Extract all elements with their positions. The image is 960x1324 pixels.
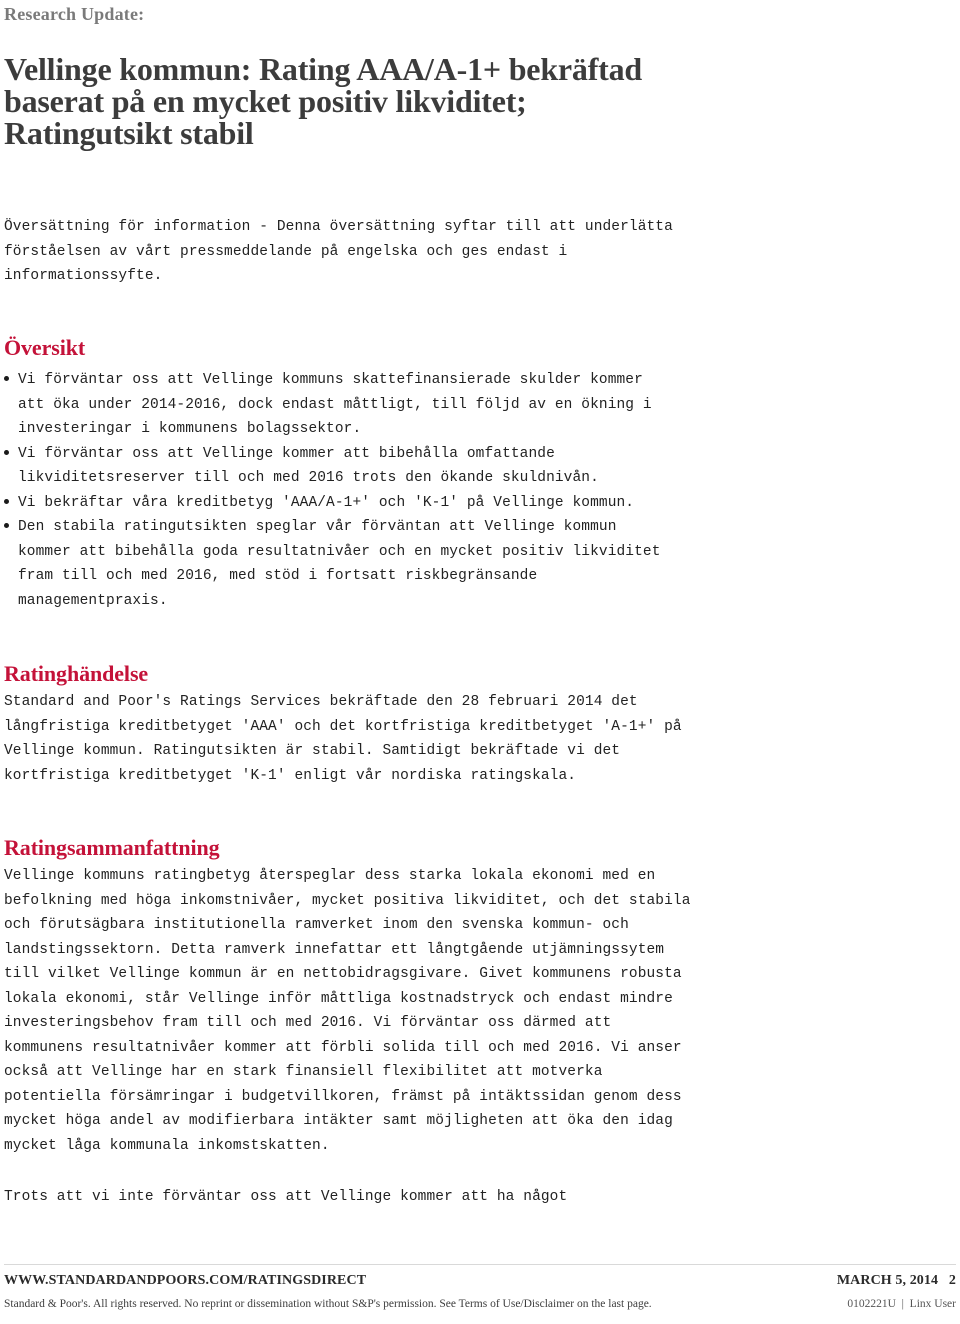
paragraph-line: mycket höga andel av modifierbara intäkt… bbox=[4, 1113, 673, 1129]
footer-doc-id: 0102221U | Linx User bbox=[847, 1298, 956, 1310]
title-line: Ratingutsikt stabil bbox=[4, 115, 254, 152]
paragraph-line: Vellinge kommun. Ratingutsikten är stabi… bbox=[4, 743, 621, 759]
bullet-line: managementpraxis. bbox=[18, 592, 168, 609]
section-heading-overview: Översikt bbox=[4, 335, 86, 361]
footer-sub-row: Standard & Poor's. All rights reserved. … bbox=[4, 1298, 956, 1310]
research-update-kicker: Research Update: bbox=[4, 4, 145, 24]
list-item: Vi förväntar oss att Vellinge kommuns sk… bbox=[0, 368, 900, 442]
paragraph-line: också att Vellinge har en stark finansie… bbox=[4, 1064, 603, 1080]
list-item: Vi förväntar oss att Vellinge kommer att… bbox=[0, 442, 900, 491]
bullet-line: Den stabila ratingutsikten speglar vår f… bbox=[18, 519, 617, 535]
bullet-line: att öka under 2014-2016, dock endast måt… bbox=[18, 396, 652, 413]
paragraph-line: lokala ekonomi, står Vellinge inför mått… bbox=[4, 990, 673, 1007]
translation-note-line: informationssyfte. bbox=[4, 268, 163, 284]
footer-copyright: Standard & Poor's. All rights reserved. … bbox=[4, 1298, 652, 1310]
list-item: Den stabila ratingutsikten speglar vår f… bbox=[0, 515, 900, 613]
paragraph-line: befolkning med höga inkomstnivåer, mycke… bbox=[4, 892, 691, 909]
title-line: baserat på en mycket positiv likviditet; bbox=[4, 83, 527, 120]
paragraph-line: kommunens resultatnivåer kommer att förb… bbox=[4, 1039, 682, 1056]
bullet-dot-icon bbox=[4, 449, 9, 455]
paragraph-line: och förutsägbara institutionella ramverk… bbox=[4, 917, 629, 933]
section-heading-rating-event: Ratinghändelse bbox=[4, 661, 149, 687]
footer-divider bbox=[4, 1264, 956, 1265]
paragraph-line: Standard and Poor's Ratings Services bek… bbox=[4, 694, 638, 710]
page-footer: WWW.STANDARDANDPOORS.COM/RATINGSDIRECT M… bbox=[0, 1264, 960, 1324]
overview-bullet-list: Vi förväntar oss att Vellinge kommuns sk… bbox=[0, 368, 900, 613]
paragraph-line: kortfristiga kreditbetyget 'K-1' enligt … bbox=[4, 767, 577, 784]
bullet-dot-icon bbox=[4, 498, 9, 504]
paragraph-line: Vellinge kommuns ratingbetyg återspeglar… bbox=[4, 868, 656, 884]
footer-site-link[interactable]: WWW.STANDARDANDPOORS.COM/RATINGSDIRECT bbox=[4, 1273, 366, 1289]
section-heading-rating-summary: Ratingsammanfattning bbox=[4, 835, 220, 861]
continuation-paragraph: Trots att vi inte förväntar oss att Vell… bbox=[4, 1185, 904, 1210]
footer-date-page: MARCH 5, 2014 2 bbox=[836, 1273, 956, 1288]
rating-summary-paragraph: Vellinge kommuns ratingbetyg återspeglar… bbox=[4, 864, 904, 1158]
footer-main-row: WWW.STANDARDANDPOORS.COM/RATINGSDIRECT M… bbox=[4, 1273, 956, 1289]
bullet-line: Vi förväntar oss att Vellinge kommuns sk… bbox=[18, 372, 643, 388]
paragraph-line: långfristiga kreditbetyget 'AAA' och det… bbox=[4, 718, 682, 735]
translation-note: Översättning för information - Denna öve… bbox=[4, 215, 884, 289]
bullet-dot-icon bbox=[4, 523, 9, 528]
list-item: Vi bekräftar våra kreditbetyg 'AAA/A-1+'… bbox=[0, 491, 900, 516]
paragraph-line: landstingssektorn. Detta ramverk innefat… bbox=[4, 941, 665, 958]
paragraph-line: till vilket Vellinge kommun är en nettob… bbox=[4, 966, 682, 982]
bullet-dot-icon bbox=[4, 376, 9, 381]
paragraph-line: investeringsbehov fram till och med 2016… bbox=[4, 1015, 612, 1031]
translation-note-line: förståelsen av vårt pressmeddelande på e… bbox=[4, 243, 568, 260]
bullet-line: Vi förväntar oss att Vellinge kommer att… bbox=[18, 445, 555, 462]
page-title: Vellinge kommun: Rating AAA/A-1+ bekräft… bbox=[4, 53, 904, 149]
paragraph-line: potentiella försämringar i budgetvillkor… bbox=[4, 1088, 682, 1105]
paragraph-line: Trots att vi inte förväntar oss att Vell… bbox=[4, 1189, 568, 1205]
bullet-line: fram till och med 2016, med stöd i forts… bbox=[18, 568, 538, 584]
bullet-line: likviditetsreserver till och med 2016 tr… bbox=[18, 470, 599, 486]
paragraph-line: mycket låga kommunala inkomstskatten. bbox=[4, 1137, 330, 1154]
rating-event-paragraph: Standard and Poor's Ratings Services bek… bbox=[4, 690, 904, 788]
bullet-line: kommer att bibehålla goda resultatnivåer… bbox=[18, 543, 661, 560]
title-line: Vellinge kommun: Rating AAA/A-1+ bekräft… bbox=[4, 51, 643, 88]
bullet-line: investeringar i kommunens bolagssektor. bbox=[18, 421, 362, 437]
document-page: Research Update: Vellinge kommun: Rating… bbox=[0, 0, 960, 1324]
translation-note-line: Översättning för information - Denna öve… bbox=[4, 219, 673, 235]
bullet-line: Vi bekräftar våra kreditbetyg 'AAA/A-1+'… bbox=[18, 494, 635, 511]
